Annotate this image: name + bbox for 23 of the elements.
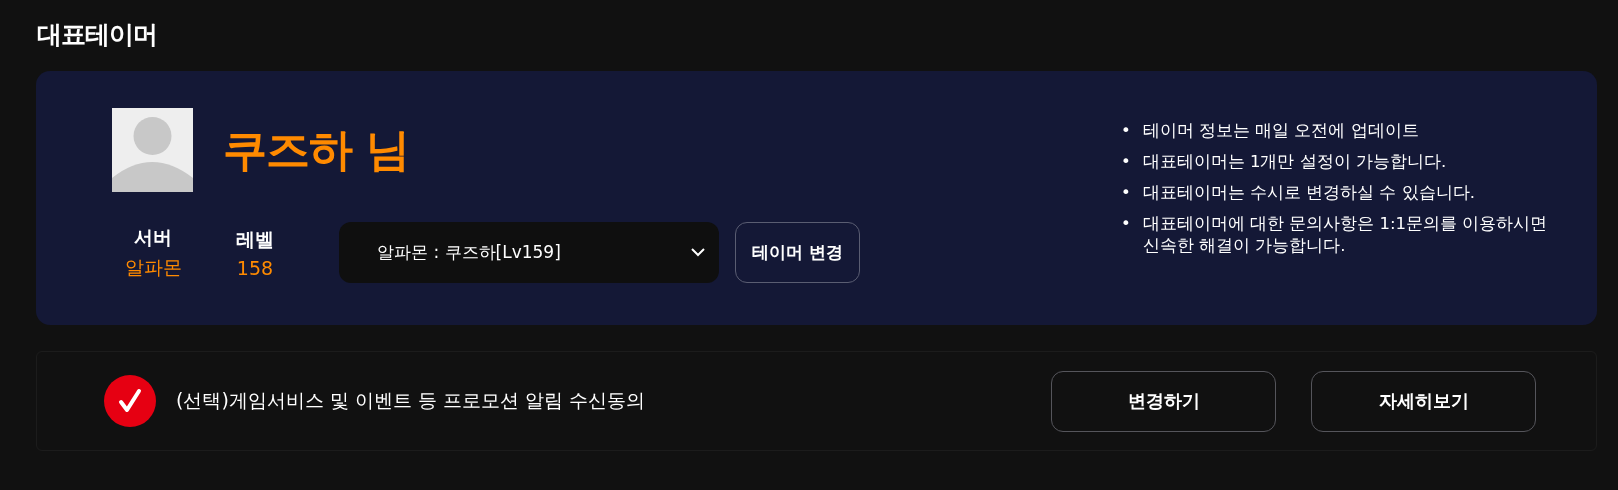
- stat-label: 레벨: [236, 226, 274, 252]
- change-tamer-button[interactable]: 테이머 변경: [735, 222, 860, 283]
- bullet: •: [1120, 151, 1131, 173]
- tamer-name: 쿠즈하 님: [223, 122, 410, 177]
- consent-checkbox[interactable]: [104, 375, 156, 427]
- bullet: •: [1120, 213, 1131, 235]
- level-value: 158: [236, 256, 274, 279]
- character-select[interactable]: 알파몬 : 쿠즈하[Lv159]: [339, 222, 719, 283]
- stat-label: 서버: [134, 224, 172, 250]
- server-value: 알파몬: [124, 254, 182, 280]
- bullet: •: [1120, 120, 1131, 142]
- info-note: 대표테이머는 수시로 변경하실 수 있습니다.: [1142, 182, 1476, 204]
- chevron-down-icon: [691, 248, 705, 257]
- info-note: 대표테이머는 1개만 설정이 가능합니다.: [1142, 151, 1448, 173]
- consent-action-button[interactable]: 변경하기: [1051, 370, 1276, 432]
- consent-label: (선택)게임서비스 및 이벤트 등 프로모션 알림 수신동의: [176, 388, 647, 413]
- checkmark-icon: [118, 388, 142, 414]
- bullet: •: [1120, 182, 1131, 204]
- info-note: 대표테이머에 대한 문의사항은 1:1문의를 이용하시면 신속한 해결이 가능합니다.: [1142, 213, 1548, 257]
- section-title: 대표테이머: [37, 19, 158, 51]
- consent-action-button[interactable]: 자세히보기: [1311, 370, 1536, 432]
- avatar-icon: [112, 108, 193, 192]
- info-note: 테이머 정보는 매일 오전에 업데이트: [1142, 120, 1420, 142]
